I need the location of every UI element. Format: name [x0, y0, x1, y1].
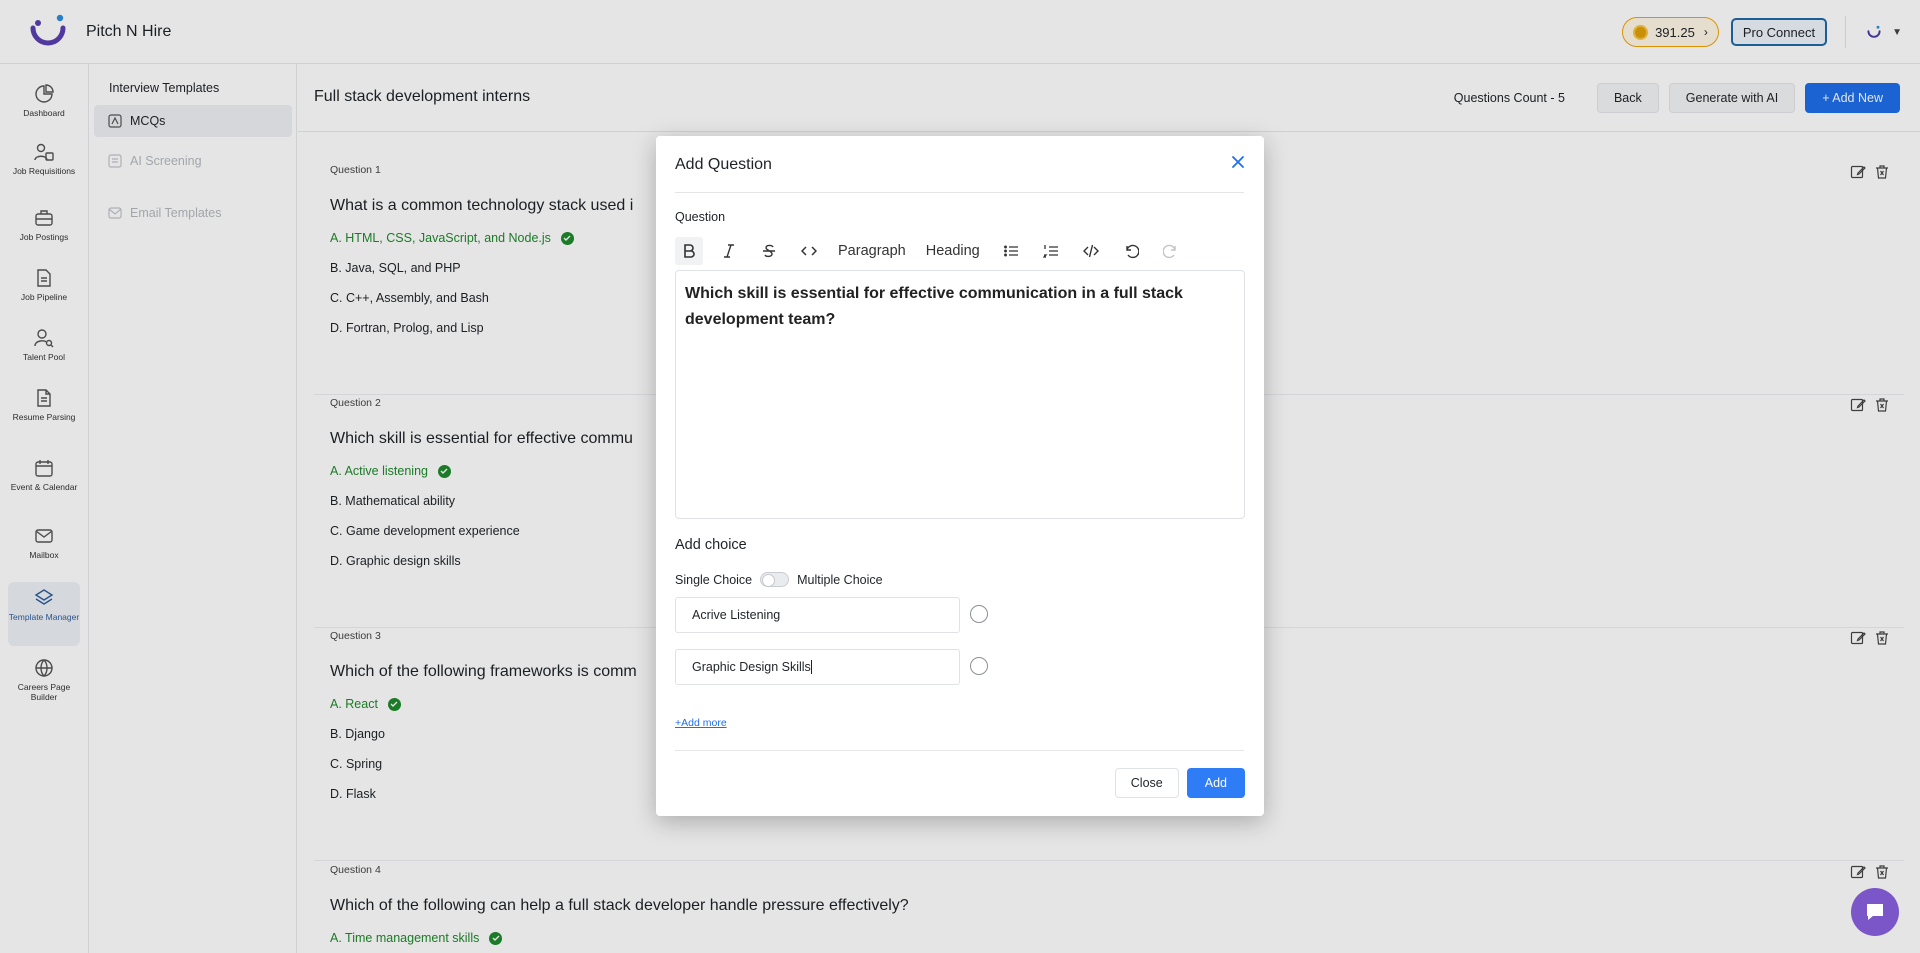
add-button[interactable]: Add	[1186, 768, 1245, 798]
undo-button[interactable]	[1117, 237, 1145, 265]
editor-toolbar: Paragraph Heading	[675, 236, 1197, 266]
strikethrough-button[interactable]	[755, 237, 783, 265]
ordered-list-button[interactable]	[1037, 237, 1065, 265]
modal-divider	[675, 192, 1244, 193]
add-more-link[interactable]: +Add more	[675, 717, 727, 729]
modal-divider	[675, 750, 1244, 751]
bullet-list-icon	[1003, 245, 1018, 257]
choice-input[interactable]: Acrive Listening	[675, 597, 960, 633]
italic-icon	[724, 244, 734, 258]
strikethrough-icon	[763, 244, 775, 258]
add-question-modal: Add Question Question Paragraph Heading	[656, 136, 1264, 816]
heading-button[interactable]: Heading	[923, 237, 983, 265]
question-label: Question	[675, 210, 726, 224]
code-button[interactable]	[795, 237, 823, 265]
correct-choice-radio[interactable]	[970, 605, 988, 623]
code-block-icon	[1082, 244, 1099, 258]
close-button[interactable]: Close	[1114, 768, 1179, 798]
redo-button[interactable]	[1157, 237, 1185, 265]
choice-type-switch[interactable]	[760, 572, 790, 587]
add-choice-title: Add choice	[675, 537, 747, 553]
paragraph-button[interactable]: Paragraph	[835, 237, 909, 265]
single-choice-label: Single Choice	[675, 572, 753, 587]
code-block-button[interactable]	[1077, 237, 1105, 265]
chat-widget-button[interactable]	[1851, 888, 1899, 936]
chat-icon	[1867, 904, 1883, 920]
choice-input-value: Graphic Design Skills	[692, 660, 811, 674]
bold-icon	[684, 244, 695, 258]
question-editor[interactable]: Which skill is essential for effective c…	[675, 270, 1245, 519]
ordered-list-icon	[1042, 245, 1058, 258]
question-editor-text: Which skill is essential for effective c…	[685, 285, 1183, 328]
modal-title: Add Question	[675, 156, 772, 173]
text-cursor	[810, 660, 812, 674]
choice-input[interactable]: Graphic Design Skills	[675, 649, 960, 685]
redo-icon	[1162, 244, 1176, 259]
code-icon	[801, 246, 817, 256]
italic-button[interactable]	[715, 237, 743, 265]
bullet-list-button[interactable]	[997, 237, 1025, 265]
multiple-choice-label: Multiple Choice	[797, 572, 883, 587]
bold-button[interactable]	[675, 237, 703, 265]
correct-choice-radio[interactable]	[970, 657, 988, 675]
undo-icon	[1126, 244, 1139, 259]
close-icon[interactable]	[1230, 154, 1246, 170]
choice-type-toggle-row: Single Choice Multiple Choice	[675, 572, 883, 587]
